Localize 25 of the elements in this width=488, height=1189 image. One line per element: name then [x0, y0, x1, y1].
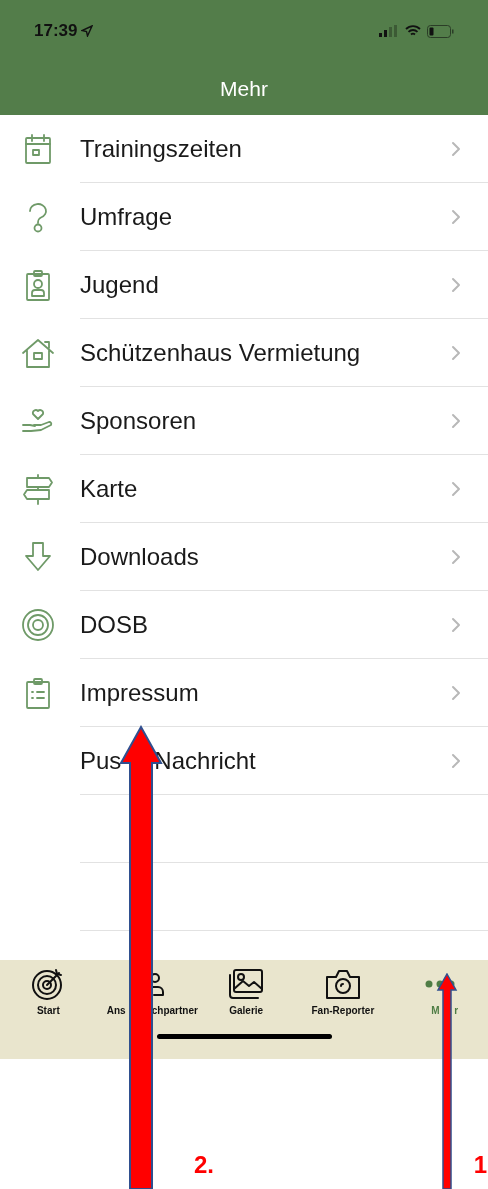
gallery-icon — [227, 967, 266, 1001]
battery-icon — [427, 24, 454, 38]
annotation-label: 1 — [473, 1150, 487, 1180]
tab[interactable]: Start — [0, 967, 97, 1022]
menu-item[interactable]: Trainingszeiten — [0, 115, 488, 183]
camera-icon — [323, 967, 362, 1001]
tab[interactable]: Galerie — [197, 967, 295, 1022]
menu-item[interactable]: Schützenhaus Vermietung — [0, 319, 488, 387]
location-icon — [81, 25, 94, 37]
menu-item[interactable]: Downloads — [0, 523, 488, 591]
house-icon — [21, 336, 55, 370]
signpost-icon — [21, 472, 55, 506]
menu-item[interactable]: DOSB — [0, 591, 488, 659]
menu-item[interactable]: Karte — [0, 455, 488, 523]
signal-icon — [379, 25, 399, 37]
target-icon — [21, 608, 55, 642]
menu-item[interactable]: Sponsoren — [0, 387, 488, 455]
menu-item[interactable]: Umfrage — [0, 183, 488, 251]
menu-item[interactable]: Jugend — [0, 251, 488, 319]
wifi-icon — [405, 25, 421, 37]
nav-title: Mehr — [220, 75, 268, 102]
tab[interactable]: Fan-Reporter — [294, 967, 392, 1022]
annotation-label: 2. — [194, 1150, 214, 1180]
menu-item[interactable]: Impressum — [0, 659, 488, 727]
status-time: 17:39 — [34, 20, 78, 43]
